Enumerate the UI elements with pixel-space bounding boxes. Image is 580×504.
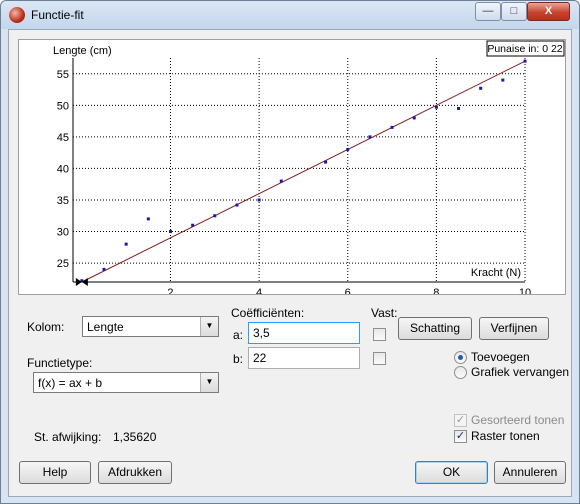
x-axis-label: Kracht (N): [471, 267, 521, 279]
minimize-button[interactable]: —: [475, 2, 501, 21]
gesorteerd-checkbox[interactable]: ✓: [454, 414, 467, 427]
functietype-label: Functietype:: [27, 356, 93, 370]
x-tick-label: 6: [345, 287, 351, 294]
b-input[interactable]: 22: [248, 347, 360, 369]
b-label: b:: [233, 352, 244, 366]
data-point: [257, 198, 261, 202]
a-input[interactable]: 3,5: [248, 322, 360, 344]
x-tick-label: 4: [256, 287, 262, 294]
kolom-label: Kolom:: [27, 320, 65, 334]
window-title: Functie-fit: [31, 8, 84, 22]
dialog-client: 2 4 6 8 10 25 30 35 40 45 50 55 Lengte (cm) Kracht (N…: [8, 29, 572, 497]
y-axis-label: Lengte (cm): [53, 45, 112, 57]
y-tick-label: 45: [57, 132, 69, 144]
check-icon: ✓: [455, 430, 466, 442]
check-icon: ✓: [455, 414, 466, 426]
fit-line: [81, 60, 526, 283]
maximize-icon: □: [510, 5, 518, 17]
a-label: a:: [233, 328, 244, 342]
data-point: [479, 86, 483, 90]
data-point: [191, 223, 195, 227]
data-point: [501, 78, 505, 82]
functietype-value: f(x) = ax + b: [38, 376, 103, 390]
verfijnen-button[interactable]: Verfijnen: [479, 317, 549, 340]
afwijking-value: 1,35620: [113, 430, 157, 444]
close-button[interactable]: X: [527, 2, 570, 21]
data-point: [412, 116, 416, 120]
data-point: [235, 203, 239, 207]
y-tick-label: 35: [57, 195, 69, 207]
pushpin-text: Punaise in: 0 22: [487, 43, 562, 55]
chevron-down-icon: ▼: [200, 317, 218, 336]
ok-button[interactable]: OK: [415, 461, 488, 484]
data-point: [279, 179, 283, 183]
kolom-select[interactable]: Lengte ▼: [82, 316, 219, 337]
raster-label: Raster tonen: [471, 429, 540, 443]
vast-label: Vast:: [371, 306, 398, 320]
data-point: [102, 267, 106, 271]
y-tick-label: 55: [57, 69, 69, 81]
toevoegen-radio[interactable]: [454, 351, 467, 364]
afwijking-label: St. afwijking:: [34, 430, 102, 444]
y-tick-label: 40: [57, 163, 69, 175]
grafiek-vervangen-label: Grafiek vervangen: [471, 365, 570, 379]
y-tick-label: 30: [57, 227, 69, 239]
pushpin-icon: [75, 278, 88, 286]
kolom-value: Lengte: [87, 320, 124, 334]
annuleren-button[interactable]: Annuleren: [494, 461, 566, 484]
x-tick-label: 8: [433, 287, 439, 294]
x-tick-label: 2: [167, 287, 173, 294]
title-bar[interactable]: Functie-fit — □ X: [1, 1, 579, 29]
toevoegen-label: Toevoegen: [471, 350, 530, 364]
chart-area[interactable]: 2 4 6 8 10 25 30 35 40 45 50 55 Lengte (cm) Kracht (N…: [18, 39, 566, 295]
gesorteerd-label: Gesorteerd tonen: [471, 413, 565, 427]
vast-b-checkbox[interactable]: [373, 352, 386, 365]
pushpin-readout: Punaise in: 0 22: [486, 40, 565, 57]
y-tick-label: 50: [57, 100, 69, 112]
afdrukken-button[interactable]: Afdrukken: [98, 461, 172, 484]
data-point: [434, 105, 438, 109]
dialog-window: Functie-fit — □ X 2 4 6 8 10 25 30 35 40 45 50 55 Le…: [0, 0, 580, 504]
data-point: [390, 125, 394, 129]
help-button[interactable]: Help: [19, 461, 91, 484]
radio-dot: [458, 355, 463, 360]
data-point: [168, 230, 172, 234]
chart-svg: 2 4 6 8 10 25 30 35 40 45 50 55 Lengte (cm) Kracht (N…: [53, 40, 565, 294]
coefficienten-label: Coëfficiënten:: [231, 306, 305, 320]
data-point: [457, 106, 461, 110]
data-point: [213, 214, 217, 218]
raster-checkbox[interactable]: ✓: [454, 430, 467, 443]
y-tick-label: 25: [57, 258, 69, 270]
chevron-down-icon: ▼: [200, 373, 218, 392]
app-icon: [9, 7, 25, 23]
functietype-select[interactable]: f(x) = ax + b ▼: [33, 372, 219, 393]
vast-a-checkbox[interactable]: [373, 328, 386, 341]
schatting-button[interactable]: Schatting: [398, 317, 472, 340]
data-point: [146, 217, 150, 221]
grafiek-vervangen-radio[interactable]: [454, 366, 467, 379]
data-point: [346, 147, 350, 151]
data-point: [324, 160, 328, 164]
data-point: [368, 135, 372, 139]
data-point: [124, 242, 128, 246]
maximize-button[interactable]: □: [501, 2, 527, 21]
x-tick-label: 10: [519, 287, 531, 294]
minimize-icon: —: [482, 5, 494, 17]
data-point: [523, 59, 527, 63]
close-icon: X: [544, 5, 553, 17]
